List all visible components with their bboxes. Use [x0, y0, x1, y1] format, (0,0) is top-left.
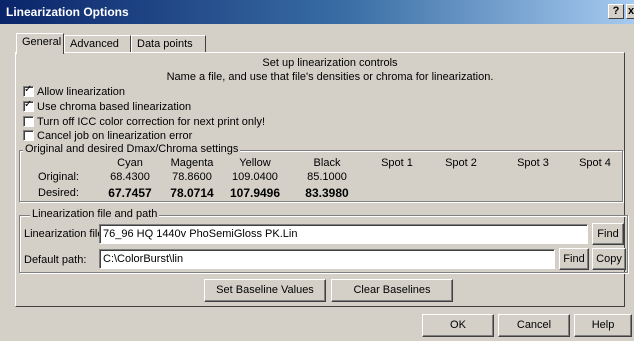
lin-file-label: Linearization file:	[24, 228, 107, 240]
desired-magenta[interactable]: 78.0714	[162, 186, 222, 200]
option-cancel-job[interactable]: Cancel job on linearization error	[23, 130, 192, 144]
copy-path-button[interactable]: Copy	[592, 248, 626, 270]
title-bar: Linearization Options ? x	[0, 0, 634, 24]
original-yellow: 109.0400	[232, 171, 278, 183]
window-title: Linearization Options	[6, 5, 129, 19]
intro-line-2: Name a file, and use that file's densiti…	[166, 71, 494, 83]
option-turn-off-icc[interactable]: Turn off ICC color correction for next p…	[23, 116, 265, 130]
original-row-label: Original:	[38, 171, 79, 183]
allow-linearization-label: Allow linearization	[37, 86, 126, 98]
chroma-based-label: Use chroma based linearization	[37, 101, 192, 113]
option-chroma-based[interactable]: ✓ Use chroma based linearization	[23, 99, 192, 115]
cancel-job-label: Cancel job on linearization error	[37, 130, 193, 142]
desired-yellow[interactable]: 107.9496	[222, 186, 288, 200]
original-cyan: 68.4300	[110, 171, 150, 183]
col-spot3: Spot 3	[517, 157, 549, 169]
col-black: Black	[313, 157, 341, 169]
tab-general[interactable]: General	[16, 33, 64, 54]
option-allow-linearization[interactable]: ✓ Allow linearization	[23, 84, 126, 100]
col-magenta: Magenta	[170, 157, 214, 169]
help-title-button[interactable]: ?	[608, 4, 624, 19]
tab-advanced[interactable]: Advanced	[64, 35, 131, 53]
turn-off-icc-label: Turn off ICC color correction for next p…	[37, 116, 266, 128]
intro-line-1: Set up linearization controls	[262, 57, 398, 69]
original-magenta: 78.8600	[172, 171, 212, 183]
desired-cyan[interactable]: 67.7457	[100, 186, 160, 200]
col-spot1: Spot 1	[381, 157, 413, 169]
turn-off-icc-checkbox[interactable]	[23, 116, 34, 127]
tab-data-points[interactable]: Data points	[131, 35, 206, 53]
col-yellow: Yellow	[239, 157, 271, 169]
find-path-button[interactable]: Find	[559, 248, 589, 270]
lin-file-input[interactable]: 76_96 HQ 1440v PhoSemiGloss PK.Lin	[99, 224, 588, 244]
find-lin-button[interactable]: Find	[592, 223, 624, 245]
col-spot4: Spot 4	[579, 157, 611, 169]
dmax-legend: Original and desired Dmax/Chroma setting…	[23, 143, 241, 155]
set-baseline-button[interactable]: Set Baseline Values	[204, 279, 326, 302]
file-legend: Linearization file and path	[30, 208, 160, 220]
default-path-label: Default path:	[24, 254, 87, 266]
cancel-job-checkbox[interactable]	[23, 130, 34, 141]
original-black: 85.1000	[307, 171, 347, 183]
ok-button[interactable]: OK	[422, 314, 494, 337]
clear-baselines-button[interactable]: Clear Baselines	[331, 279, 453, 302]
col-spot2: Spot 2	[445, 157, 477, 169]
close-title-button[interactable]: x	[626, 4, 634, 19]
chroma-based-checkbox[interactable]: ✓	[23, 99, 34, 112]
default-path-input[interactable]: C:\ColorBurst\lin	[99, 249, 555, 269]
allow-linearization-checkbox[interactable]: ✓	[23, 84, 34, 97]
desired-row-label: Desired:	[38, 187, 79, 199]
col-cyan: Cyan	[117, 157, 143, 169]
help-button[interactable]: Help	[574, 314, 632, 337]
desired-black[interactable]: 83.3980	[297, 186, 357, 200]
cancel-button[interactable]: Cancel	[498, 314, 570, 337]
